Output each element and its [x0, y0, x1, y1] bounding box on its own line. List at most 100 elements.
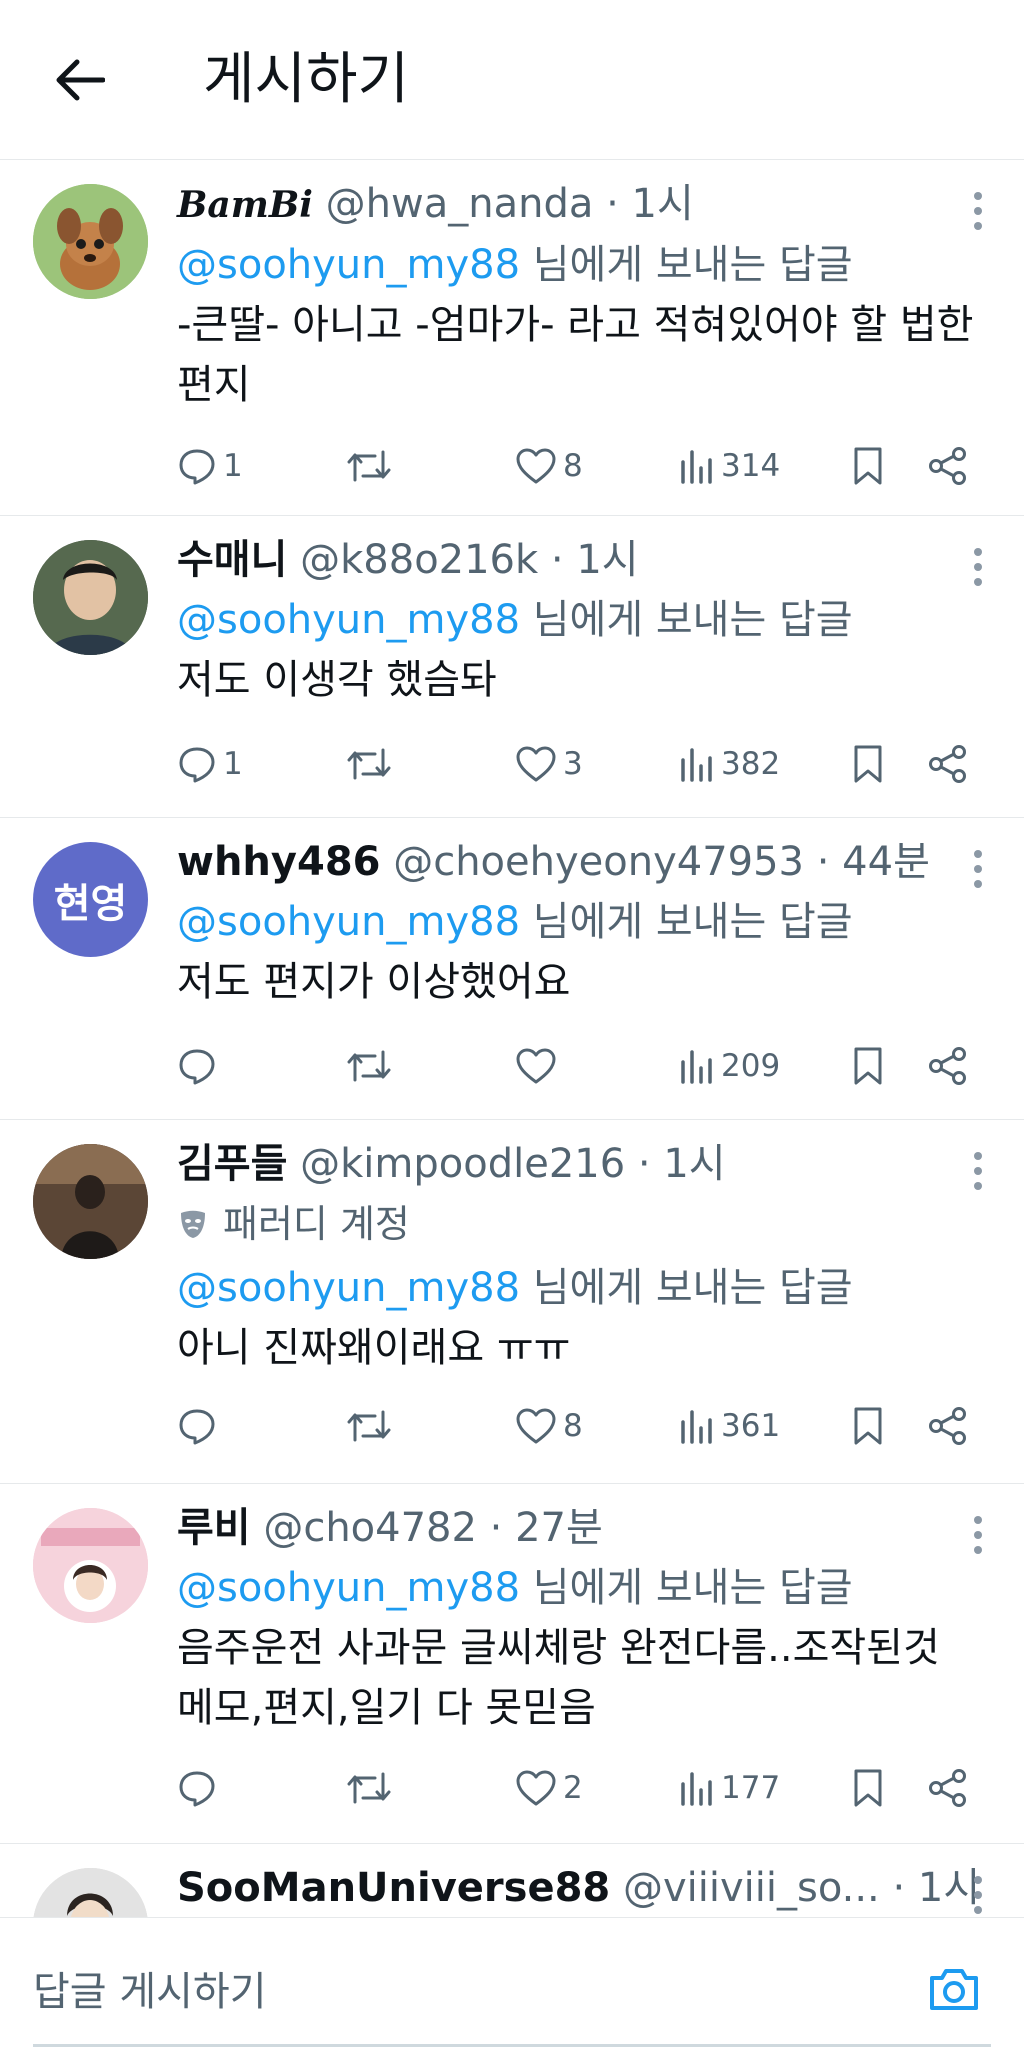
handle[interactable]: @hwa_nanda: [326, 181, 594, 227]
back-arrow-icon: [56, 59, 105, 101]
retweet-button[interactable]: [345, 1398, 393, 1454]
view-count: 361: [721, 1408, 781, 1444]
post-meta: 수매니 @k88o216k · 1시: [177, 530, 977, 590]
bookmark-button[interactable]: [851, 1398, 885, 1454]
post-meta: SooManUniverse88 @viiiviii_so... · 1시: [177, 1858, 980, 1918]
avatar[interactable]: [33, 1508, 148, 1623]
avatar[interactable]: [33, 184, 148, 299]
handle[interactable]: @viiiviii_so...: [623, 1865, 880, 1911]
reply-post[interactable]: BamBi @hwa_nanda · 1시 @soohyun_my88 님에게 …: [0, 160, 1024, 516]
reply-input[interactable]: 답글 게시하기: [33, 1938, 913, 2038]
separator: ·: [550, 537, 577, 583]
views-icon: [681, 1772, 712, 1806]
more-icon: [974, 1152, 982, 1160]
avatar[interactable]: [33, 540, 148, 655]
more-button[interactable]: [972, 192, 984, 236]
bookmark-button[interactable]: [851, 736, 885, 792]
timestamp[interactable]: 44분: [842, 839, 930, 885]
share-button[interactable]: [927, 1398, 969, 1454]
handle[interactable]: @kimpoodle216: [300, 1141, 625, 1187]
retweet-button[interactable]: [345, 1038, 393, 1094]
bookmark-button[interactable]: [851, 1038, 885, 1094]
more-button[interactable]: [972, 1516, 984, 1560]
mention-link[interactable]: @soohyun_my88: [177, 597, 520, 643]
like-button[interactable]: [515, 1038, 563, 1094]
reply-count: 1: [223, 448, 243, 484]
avatar[interactable]: 현영: [33, 842, 148, 957]
handle[interactable]: @cho4782: [263, 1505, 477, 1551]
retweet-icon: [347, 450, 391, 482]
bookmark-icon: [854, 1047, 882, 1085]
like-button[interactable]: 3: [515, 736, 583, 792]
reply-post[interactable]: 루비 @cho4782 · 27분 @soohyun_my88 님에게 보내는 …: [0, 1484, 1024, 1844]
more-button[interactable]: [972, 1152, 984, 1196]
bookmark-button[interactable]: [851, 438, 885, 494]
reply-context: @soohyun_my88 님에게 보내는 답글: [177, 1558, 977, 1618]
views-button[interactable]: 314: [679, 438, 780, 494]
bookmark-button[interactable]: [851, 1760, 885, 1816]
timestamp[interactable]: 27분: [515, 1505, 603, 1551]
views-button[interactable]: 361: [679, 1398, 780, 1454]
back-button[interactable]: [44, 44, 116, 116]
reply-post[interactable]: 김푸들 @kimpoodle216 · 1시 패러디 계정 @soohyun_m…: [0, 1120, 1024, 1484]
like-icon: [516, 448, 556, 484]
mention-link[interactable]: @soohyun_my88: [177, 1565, 520, 1611]
mention-link[interactable]: @soohyun_my88: [177, 1265, 520, 1311]
views-button[interactable]: 209: [679, 1038, 780, 1094]
like-button[interactable]: 2: [515, 1760, 583, 1816]
handle[interactable]: @choehyeony47953: [393, 839, 804, 885]
action-bar: 8 361: [177, 1398, 977, 1454]
display-name[interactable]: 수매니: [177, 537, 287, 583]
share-button[interactable]: [927, 736, 969, 792]
like-button[interactable]: 8: [515, 438, 583, 494]
like-count: 8: [563, 448, 583, 484]
share-icon: [929, 447, 966, 485]
avatar[interactable]: [33, 1144, 148, 1259]
separator: ·: [606, 181, 632, 227]
reply-icon: [179, 1049, 215, 1085]
timestamp[interactable]: 1시: [632, 181, 694, 227]
camera-button[interactable]: [926, 1962, 982, 2018]
mention-link[interactable]: @soohyun_my88: [177, 899, 520, 945]
share-button[interactable]: [927, 1760, 969, 1816]
timestamp[interactable]: 1시: [663, 1141, 725, 1187]
like-count: 3: [563, 746, 583, 782]
views-button[interactable]: 382: [679, 736, 780, 792]
reply-button[interactable]: 1: [177, 736, 243, 792]
reply-composer: 답글 게시하기: [0, 1917, 1024, 2063]
reply-post[interactable]: 수매니 @k88o216k · 1시 @soohyun_my88 님에게 보내는…: [0, 516, 1024, 818]
display-name[interactable]: 루비: [177, 1505, 251, 1551]
share-icon: [929, 1047, 966, 1085]
views-icon: [681, 1410, 712, 1444]
action-bar: 209: [177, 1038, 977, 1094]
display-name[interactable]: whhy486: [177, 839, 380, 885]
post-text: 저도 편지가 이상했어요: [177, 959, 571, 1005]
display-name[interactable]: BamBi: [177, 184, 313, 226]
handle[interactable]: @k88o216k: [300, 537, 538, 583]
reply-context: @soohyun_my88 님에게 보내는 답글: [177, 235, 977, 295]
reply-button[interactable]: [177, 1398, 223, 1454]
retweet-button[interactable]: [345, 1760, 393, 1816]
display-name[interactable]: 김푸들: [177, 1141, 287, 1187]
reply-context: @soohyun_my88 님에게 보내는 답글: [177, 1258, 977, 1318]
retweet-button[interactable]: [345, 438, 393, 494]
timestamp[interactable]: 1시: [576, 537, 638, 583]
more-button[interactable]: [972, 850, 984, 894]
post-text: 음주운전 사과문 글씨체랑 완전다름..조작된것 메모,편지,일기 다 못믿음: [177, 1625, 940, 1731]
timestamp[interactable]: 1시: [918, 1865, 980, 1911]
reply-button[interactable]: [177, 1038, 223, 1094]
like-button[interactable]: 8: [515, 1398, 583, 1454]
share-button[interactable]: [927, 438, 969, 494]
views-button[interactable]: 177: [679, 1760, 780, 1816]
mention-link[interactable]: @soohyun_my88: [177, 242, 520, 288]
share-button[interactable]: [927, 1038, 969, 1094]
display-name[interactable]: SooManUniverse88: [177, 1865, 610, 1911]
like-icon: [516, 1408, 556, 1444]
reply-button[interactable]: 1: [177, 438, 243, 494]
more-button[interactable]: [972, 548, 984, 592]
reply-post[interactable]: 현영 whhy486 @choehyeony47953 · 44분 @soohy…: [0, 818, 1024, 1120]
more-button[interactable]: [972, 1876, 984, 1920]
reply-count: 1: [223, 746, 243, 782]
retweet-button[interactable]: [345, 736, 393, 792]
reply-button[interactable]: [177, 1760, 223, 1816]
